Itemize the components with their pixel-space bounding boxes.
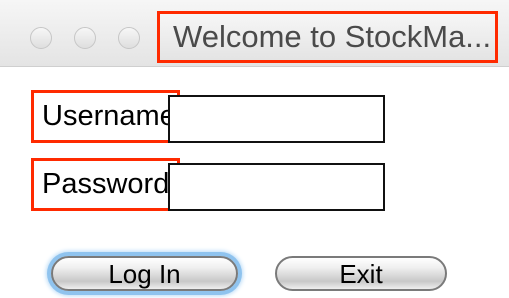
password-input[interactable] [168,163,385,211]
title-bar: Welcome to StockMa... [0,0,509,67]
minimize-window-button[interactable] [74,27,96,49]
username-input[interactable] [168,95,385,143]
window-title: Welcome to StockMa... [157,11,498,63]
close-window-button[interactable] [30,27,52,49]
login-button[interactable]: Log In [51,256,238,291]
zoom-window-button[interactable] [118,27,140,49]
password-label: Password [31,158,180,211]
username-label: Username [31,90,180,143]
login-window: Welcome to StockMa... Username Password … [0,0,509,298]
exit-button[interactable]: Exit [275,256,447,291]
